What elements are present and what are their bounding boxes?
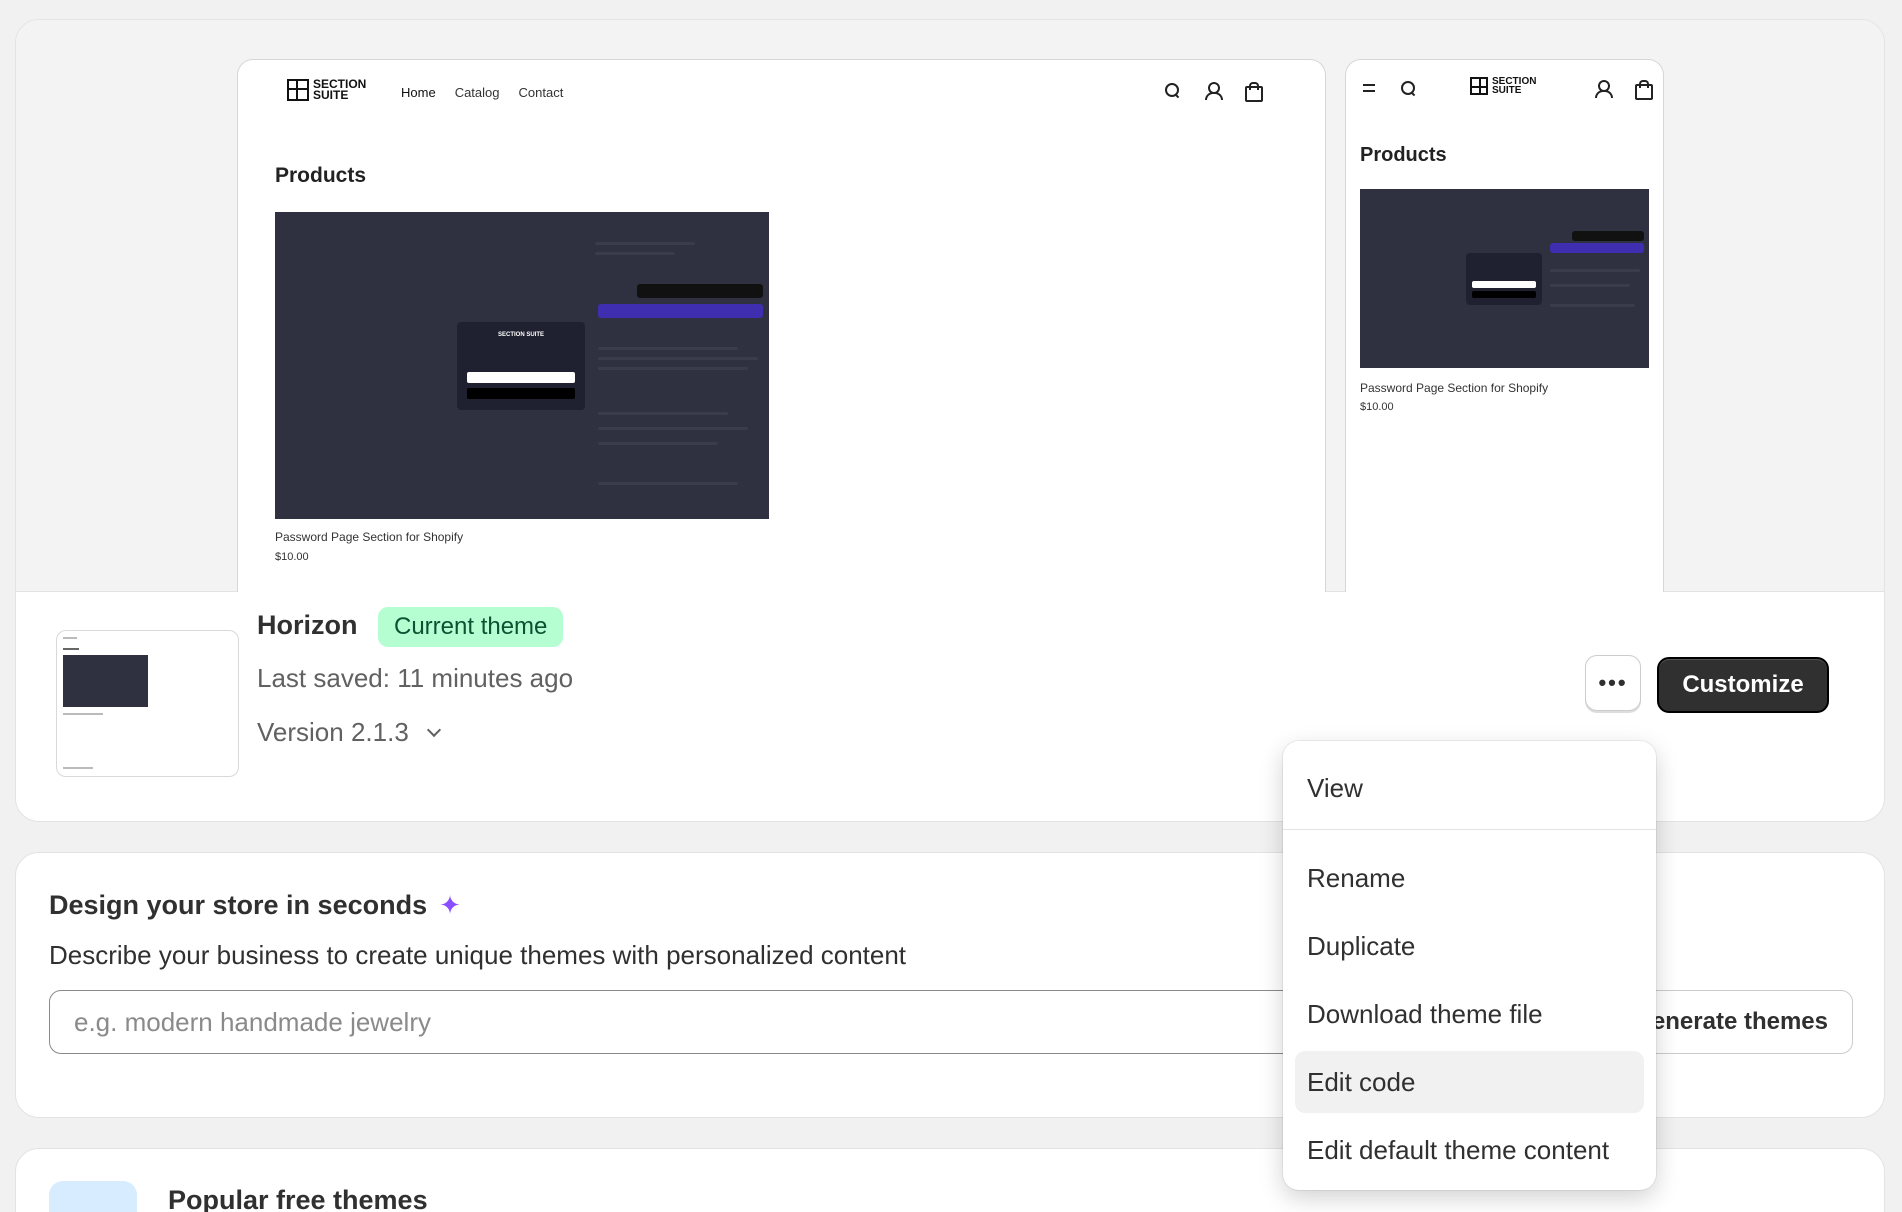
menu-item-view[interactable]: View (1295, 757, 1644, 819)
header-icons (1163, 81, 1263, 102)
product-price: $10.00 (1360, 401, 1394, 413)
menu-item-rename[interactable]: Rename (1295, 847, 1644, 909)
nav-home: Home (401, 85, 436, 100)
version-selector[interactable]: Version 2.1.3 (257, 717, 441, 748)
desktop-preview: SECTION SUITE Home Catalog Contact Produ… (237, 59, 1326, 592)
customize-button[interactable]: Customize (1657, 657, 1829, 713)
store-logo: SECTION SUITE (287, 77, 375, 102)
version-label: Version 2.1.3 (257, 717, 409, 747)
theme-thumbnail[interactable] (56, 630, 239, 777)
logo-text: SECTION SUITE (313, 77, 367, 102)
products-heading: Products (1360, 144, 1447, 166)
nav-contact: Contact (518, 85, 564, 100)
current-theme-badge: Current theme (378, 607, 564, 647)
design-subtitle: Describe your business to create unique … (49, 940, 907, 970)
cart-icon (1243, 81, 1263, 102)
menu-item-download-theme-file[interactable]: Download theme file (1295, 983, 1644, 1045)
logo-text: SECTION SUITE (1492, 76, 1537, 96)
popular-themes-icon (49, 1181, 137, 1212)
store-nav: Home Catalog Contact (401, 85, 563, 100)
chevron-down-icon (426, 722, 441, 737)
menu-icon (1361, 79, 1379, 97)
store-logo-mobile: SECTION SUITE (1470, 76, 1544, 96)
account-icon (1203, 81, 1223, 100)
product-name: Password Page Section for Shopify (1360, 381, 1549, 395)
menu-item-duplicate[interactable]: Duplicate (1295, 915, 1644, 977)
product-image: SECTION SUITE (275, 212, 769, 519)
last-saved-text: Last saved: 11 minutes ago (257, 663, 574, 693)
popular-themes-title: Popular free themes (168, 1185, 428, 1212)
logo-grid-icon (1470, 77, 1488, 95)
nav-catalog: Catalog (454, 85, 500, 100)
theme-actions-menu: View Rename Duplicate Download theme fil… (1283, 741, 1656, 1190)
product-name: Password Page Section for Shopify (275, 530, 464, 544)
menu-divider (1283, 829, 1656, 830)
account-icon (1593, 79, 1613, 98)
products-heading: Products (275, 164, 367, 187)
product-image (1360, 189, 1649, 368)
search-icon (1399, 79, 1417, 97)
theme-preview[interactable]: SECTION SUITE Home Catalog Contact Produ… (16, 20, 1884, 592)
design-title-text: Design your store in seconds (49, 890, 428, 920)
cart-icon (1633, 79, 1653, 100)
menu-item-edit-code[interactable]: Edit code (1295, 1051, 1644, 1113)
product-price: $10.00 (275, 551, 309, 563)
mobile-preview: SECTION SUITE Products Password Page Sec… (1345, 59, 1664, 592)
theme-name: Horizon (257, 610, 358, 640)
search-icon (1163, 81, 1181, 99)
more-actions-button[interactable]: ••• (1585, 655, 1641, 711)
sparkle-icon: ✦ (439, 890, 461, 920)
logo-grid-icon (287, 79, 309, 101)
menu-item-edit-default-theme-content[interactable]: Edit default theme content (1295, 1119, 1644, 1181)
design-title: Design your store in seconds ✦ (49, 890, 461, 921)
